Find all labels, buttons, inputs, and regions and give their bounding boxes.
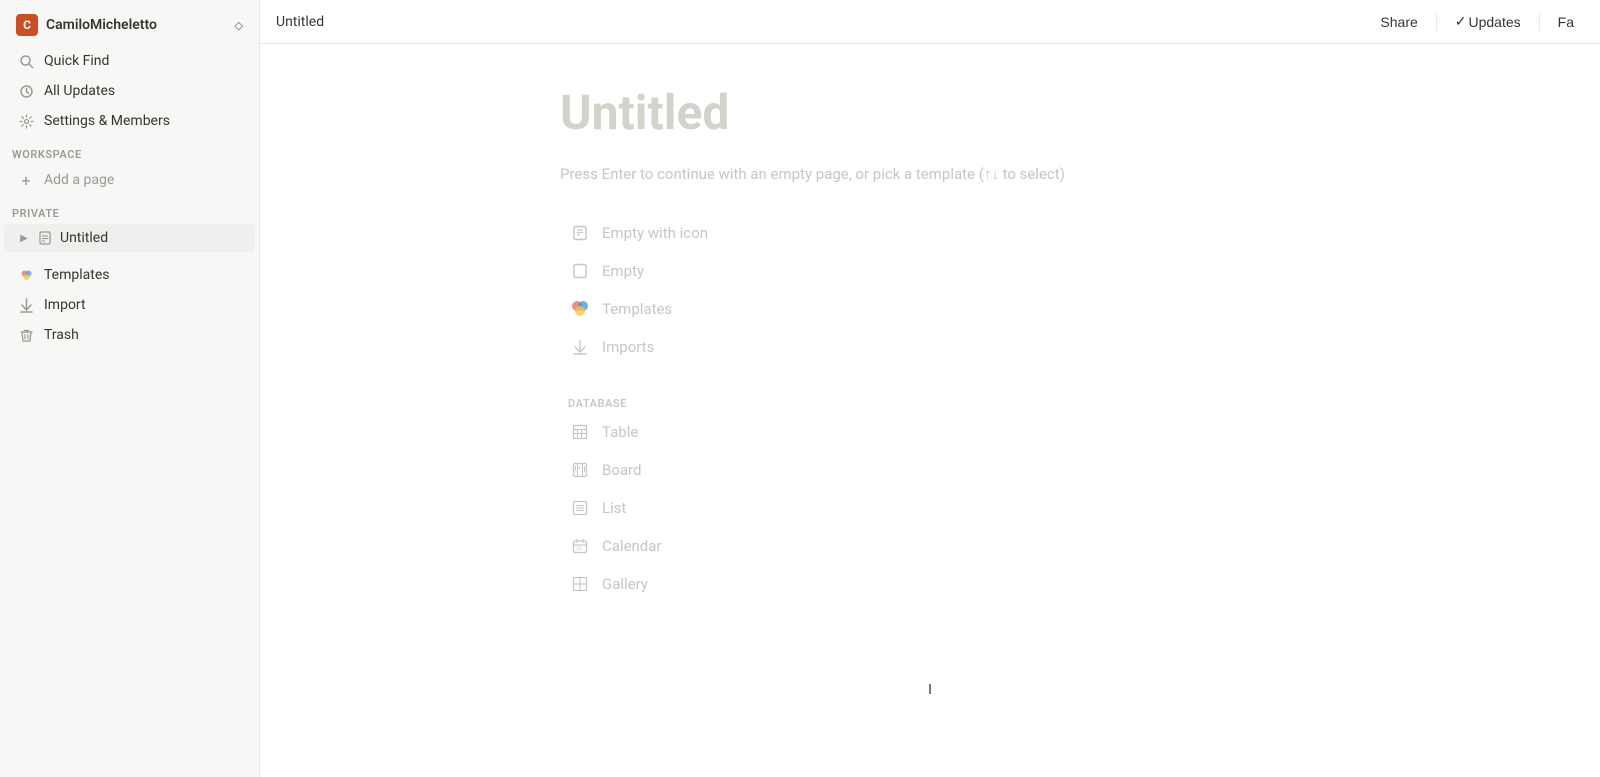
sidebar-item-label: Templates bbox=[44, 267, 110, 283]
topbar-divider bbox=[1436, 13, 1437, 31]
database-section-label: DATABASE bbox=[560, 393, 1300, 414]
plus-icon: + bbox=[16, 170, 36, 190]
page-title[interactable]: Untitled bbox=[560, 84, 1300, 141]
sidebar-item-trash[interactable]: Trash bbox=[4, 320, 255, 350]
workspace-header[interactable]: C CamiloMicheletto ◇ bbox=[4, 8, 255, 42]
option-board[interactable]: Board bbox=[560, 452, 1300, 488]
sidebar-item-quick-find[interactable]: Quick Find bbox=[4, 46, 255, 76]
sidebar-item-label: Import bbox=[44, 297, 86, 313]
sidebar-item-templates[interactable]: Templates bbox=[4, 260, 255, 290]
expand-icon: ▶ bbox=[16, 230, 32, 246]
document-icon bbox=[36, 229, 54, 247]
option-list[interactable]: List bbox=[560, 490, 1300, 526]
topbar-page-title: Untitled bbox=[276, 14, 1370, 30]
editor-area[interactable]: Untitled Press Enter to continue with an… bbox=[480, 44, 1380, 777]
sidebar-item-label: Trash bbox=[44, 327, 79, 343]
option-label: Imports bbox=[602, 338, 654, 356]
gear-icon bbox=[16, 111, 36, 131]
option-label: Templates bbox=[602, 300, 672, 318]
search-icon bbox=[16, 51, 36, 71]
clock-icon bbox=[16, 81, 36, 101]
add-page-button[interactable]: + Add a page bbox=[4, 165, 255, 195]
gallery-icon bbox=[568, 572, 592, 596]
share-button[interactable]: Share bbox=[1370, 10, 1427, 34]
table-icon bbox=[568, 420, 592, 444]
sidebar-item-label: All Updates bbox=[44, 83, 115, 99]
option-label: Table bbox=[602, 423, 638, 441]
topbar-actions: Share ✓ Updates Fa bbox=[1370, 9, 1584, 34]
board-icon bbox=[568, 458, 592, 482]
workspace-chevron-icon: ◇ bbox=[235, 19, 243, 32]
main-content: Untitled Press Enter to continue with an… bbox=[260, 44, 1600, 777]
topbar-divider-2 bbox=[1539, 13, 1540, 31]
calendar-icon: 31 bbox=[568, 534, 592, 558]
sidebar-bottom: Templates Import bbox=[0, 260, 259, 350]
option-label: List bbox=[602, 499, 626, 517]
cursor-char: I bbox=[928, 682, 932, 698]
option-label: Board bbox=[602, 461, 641, 479]
sidebar-item-all-updates[interactable]: All Updates bbox=[4, 76, 255, 106]
templates-icon bbox=[16, 265, 36, 285]
trash-icon bbox=[16, 325, 36, 345]
sidebar-item-untitled[interactable]: ▶ Untitled bbox=[4, 224, 255, 252]
workspace-icon: C bbox=[16, 14, 38, 36]
sidebar: C CamiloMicheletto ◇ Quick Find All Upda… bbox=[0, 0, 260, 777]
sidebar-item-settings-members[interactable]: Settings & Members bbox=[4, 106, 255, 136]
page-subtitle: Press Enter to continue with an empty pa… bbox=[560, 165, 1300, 183]
workspace-section-label: WORKSPACE bbox=[0, 136, 259, 165]
option-table[interactable]: Table bbox=[560, 414, 1300, 450]
cursor-indicator: I bbox=[560, 682, 1300, 698]
list-icon bbox=[568, 496, 592, 520]
favorite-button[interactable]: Fa bbox=[1548, 10, 1584, 34]
option-empty-with-icon[interactable]: Empty with icon bbox=[560, 215, 1300, 251]
download-icon bbox=[16, 295, 36, 315]
add-page-label: Add a page bbox=[44, 172, 114, 188]
option-label: Calendar bbox=[602, 537, 662, 555]
sidebar-item-import[interactable]: Import bbox=[4, 290, 255, 320]
section-divider bbox=[560, 365, 1300, 385]
empty-icon bbox=[568, 259, 592, 283]
option-label: Gallery bbox=[602, 575, 648, 593]
empty-with-icon-icon bbox=[568, 221, 592, 245]
templates-colored-icon bbox=[568, 297, 592, 321]
svg-text:31: 31 bbox=[576, 547, 582, 553]
option-label: Empty bbox=[602, 262, 644, 280]
private-section-label: PRIVATE bbox=[0, 195, 259, 224]
option-gallery[interactable]: Gallery bbox=[560, 566, 1300, 602]
topbar: Untitled Share ✓ Updates Fa bbox=[260, 0, 1600, 44]
option-imports[interactable]: Imports bbox=[560, 329, 1300, 365]
option-label: Empty with icon bbox=[602, 224, 708, 242]
sidebar-item-label: Quick Find bbox=[44, 53, 109, 69]
database-options: Table Board bbox=[560, 414, 1300, 602]
option-calendar[interactable]: 31 Calendar bbox=[560, 528, 1300, 564]
check-icon: ✓ bbox=[1455, 13, 1467, 30]
template-options: Empty with icon Empty bbox=[560, 215, 1300, 365]
option-empty[interactable]: Empty bbox=[560, 253, 1300, 289]
workspace-name: CamiloMicheletto bbox=[46, 17, 235, 33]
page-item-label: Untitled bbox=[60, 230, 108, 246]
sidebar-item-label: Settings & Members bbox=[44, 113, 170, 129]
option-templates[interactable]: Templates bbox=[560, 291, 1300, 327]
imports-icon bbox=[568, 335, 592, 359]
updates-button[interactable]: ✓ Updates bbox=[1445, 9, 1531, 34]
